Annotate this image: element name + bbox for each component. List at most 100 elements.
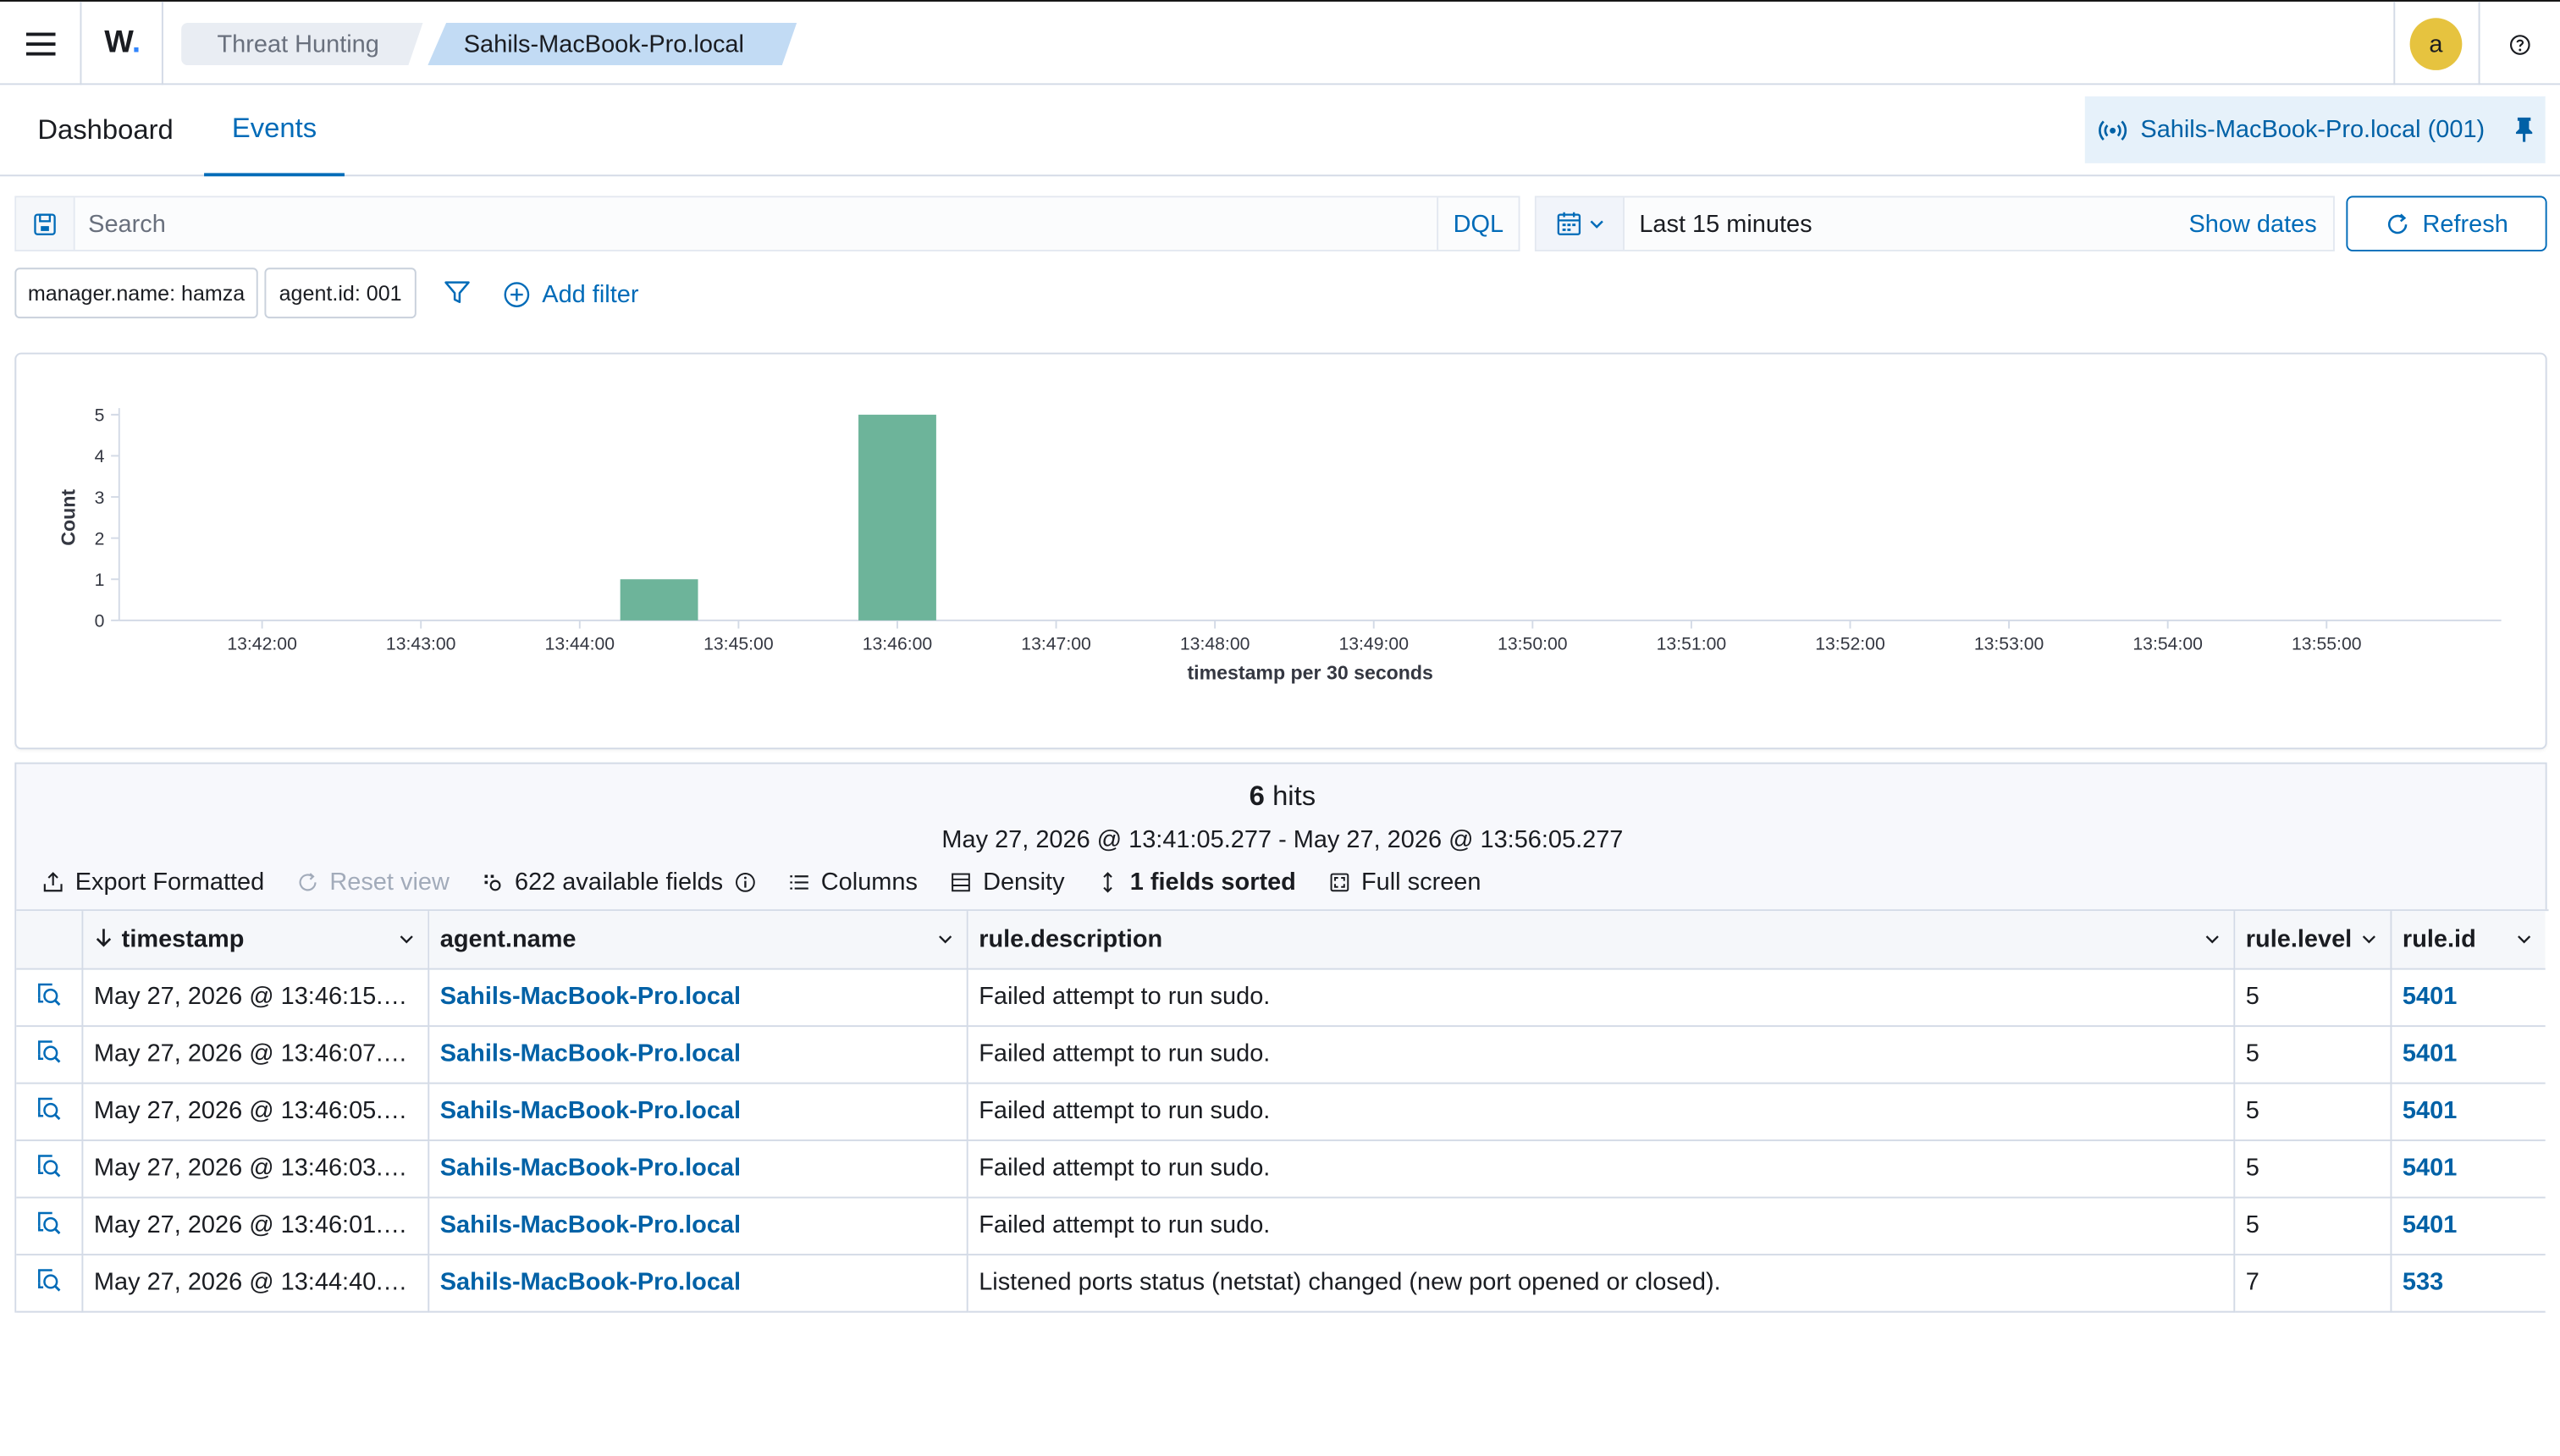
cell-rule-description: Failed attempt to run sudo. <box>966 1082 2235 1141</box>
help-button[interactable] <box>2498 31 2541 58</box>
inspect-document-button[interactable] <box>16 1254 83 1312</box>
chevron-down-icon[interactable] <box>398 930 414 946</box>
table-row: May 27, 2026 @ 13:46:03.0... Sahils-MacBo… <box>16 1139 2546 1198</box>
inspect-document-button[interactable] <box>16 1025 83 1084</box>
query-language-button[interactable]: DQL <box>1437 197 1518 251</box>
refresh-icon <box>2387 212 2407 234</box>
search-input[interactable] <box>74 197 1437 251</box>
grid-toolbar: Export Formatted Reset view 622 availabl… <box>42 862 1514 901</box>
chevron-down-icon[interactable] <box>2360 930 2376 946</box>
calendar-icon <box>1556 212 1581 235</box>
histogram-bar <box>858 414 936 620</box>
pinned-agent-label: Sahils-MacBook-Pro.local (001) <box>2140 115 2486 144</box>
y-axis-label: Count <box>58 489 80 546</box>
inspect-document-button[interactable] <box>16 1082 83 1141</box>
sorted-label: 1 fields sorted <box>1129 868 1296 896</box>
inspect-document-button[interactable] <box>16 1139 83 1198</box>
filter-pill-agent-id[interactable]: agent.id: 001 <box>264 267 417 319</box>
date-range-text[interactable]: Last 15 minutes <box>1639 210 2188 238</box>
breadcrumb-agent: Sahils-MacBook-Pro.local <box>428 23 797 66</box>
column-header-timestamp[interactable]: timestamp <box>81 911 429 969</box>
results-panel: 6 hits May 27, 2026 @ 13:41:05.277 - May… <box>14 762 2549 1313</box>
app-logo[interactable]: W. <box>81 1 163 85</box>
column-header-rule-description[interactable]: rule.description <box>966 911 2235 969</box>
add-filter-button[interactable]: Add filter <box>503 274 638 313</box>
broadcast-icon <box>2099 119 2127 141</box>
y-tick-label: 1 <box>95 571 105 590</box>
cell-agent-name[interactable]: Sahils-MacBook-Pro.local <box>428 1139 968 1198</box>
cell-agent-name[interactable]: Sahils-MacBook-Pro.local <box>428 1082 968 1141</box>
cell-rule-id[interactable]: 5401 <box>2390 1196 2546 1255</box>
columns-button[interactable]: Columns <box>788 868 918 896</box>
pinned-agent[interactable]: Sahils-MacBook-Pro.local (001) <box>2084 96 2546 163</box>
table-row: May 27, 2026 @ 13:46:01.0... Sahils-MacBo… <box>16 1196 2546 1255</box>
show-dates-link[interactable]: Show dates <box>2188 210 2316 238</box>
cell-timestamp: May 27, 2026 @ 13:46:03.0... <box>81 1139 429 1198</box>
breadcrumb-threat-hunting[interactable]: Threat Hunting <box>181 23 423 66</box>
help-icon <box>2509 34 2530 54</box>
cell-rule-id[interactable]: 533 <box>2390 1254 2546 1312</box>
sort-icon <box>1103 871 1112 892</box>
column-label: rule.description <box>979 925 1163 953</box>
cell-rule-description: Failed attempt to run sudo. <box>966 1139 2235 1198</box>
pin-icon[interactable] <box>2513 116 2535 142</box>
column-header-rule-id[interactable]: rule.id <box>2390 911 2546 969</box>
x-tick-label: 13:54:00 <box>2132 635 2203 654</box>
column-label: rule.level <box>2245 925 2353 953</box>
inspect-document-button[interactable] <box>16 968 83 1027</box>
column-header-agent-name[interactable]: agent.name <box>428 911 968 969</box>
cell-agent-name[interactable]: Sahils-MacBook-Pro.local <box>428 1025 968 1084</box>
density-icon <box>952 872 970 891</box>
column-header-rule-level[interactable]: rule.level <box>2233 911 2392 969</box>
x-tick-label: 13:42:00 <box>227 635 297 654</box>
refresh-button[interactable]: Refresh <box>2346 196 2547 252</box>
menu-button[interactable] <box>0 1 82 85</box>
app-root: W. Threat Hunting Sahils-MacBook-Pro.loc… <box>0 0 2560 1456</box>
y-tick-label: 2 <box>95 529 105 549</box>
saved-query-button[interactable] <box>16 197 75 251</box>
cell-rule-id[interactable]: 5401 <box>2390 1025 2546 1084</box>
available-fields-button[interactable]: 622 available fields <box>482 868 755 896</box>
chevron-down-icon[interactable] <box>2516 930 2532 946</box>
inspect-document-button[interactable] <box>16 1196 83 1255</box>
inspect-icon <box>36 1096 62 1128</box>
user-avatar[interactable]: a <box>2409 18 2463 70</box>
reset-view-button[interactable]: Reset view <box>297 868 450 896</box>
histogram-bar <box>620 579 698 620</box>
list-icon <box>790 874 808 889</box>
cell-agent-name[interactable]: Sahils-MacBook-Pro.local <box>428 1254 968 1312</box>
table-header-row: timestamp agent.name rule.description ru… <box>16 911 2546 969</box>
y-tick-label: 0 <box>95 612 105 631</box>
chevron-down-icon[interactable] <box>2204 930 2220 946</box>
tab-events[interactable]: Events <box>204 85 345 177</box>
sort-fields-button[interactable]: 1 fields sorted <box>1097 868 1296 896</box>
quick-menu-button[interactable] <box>1536 197 1625 251</box>
add-filter-label: Add filter <box>542 279 639 308</box>
save-icon <box>34 212 56 234</box>
cell-rule-id[interactable]: 5401 <box>2390 968 2546 1027</box>
filter-pill-manager[interactable]: manager.name: hamza <box>14 267 258 319</box>
inspect-icon <box>36 1154 62 1184</box>
x-tick-label: 13:45:00 <box>703 635 774 654</box>
cell-rule-id[interactable]: 5401 <box>2390 1139 2546 1198</box>
hits-label: hits <box>1272 780 1316 812</box>
density-label: Density <box>983 868 1065 896</box>
cell-rule-description: Failed attempt to run sudo. <box>966 968 2235 1027</box>
histogram-chart: 0 1 2 3 4 5 Count 13:42:00 13:43:00 13:44:00 13:45… <box>58 406 2502 683</box>
fullscreen-icon <box>1330 872 1349 891</box>
available-fields-label: 622 available fields <box>514 868 724 896</box>
cell-agent-name[interactable]: Sahils-MacBook-Pro.local <box>428 968 968 1027</box>
cell-rule-id[interactable]: 5401 <box>2390 1082 2546 1141</box>
export-formatted-button[interactable]: Export Formatted <box>42 868 264 896</box>
x-tick-label: 13:49:00 <box>1338 635 1409 654</box>
cell-agent-name[interactable]: Sahils-MacBook-Pro.local <box>428 1196 968 1255</box>
logo-text: W <box>104 25 134 60</box>
table-row: May 27, 2026 @ 13:46:15.0... Sahils-MacBo… <box>16 968 2546 1027</box>
filter-icon[interactable] <box>443 278 472 307</box>
density-button[interactable]: Density <box>951 868 1065 896</box>
chevron-down-icon[interactable] <box>936 930 952 946</box>
column-label: rule.id <box>2402 925 2476 953</box>
full-screen-button[interactable]: Full screen <box>1328 868 1481 896</box>
tab-dashboard[interactable]: Dashboard <box>37 85 173 176</box>
fields-icon <box>485 874 501 891</box>
